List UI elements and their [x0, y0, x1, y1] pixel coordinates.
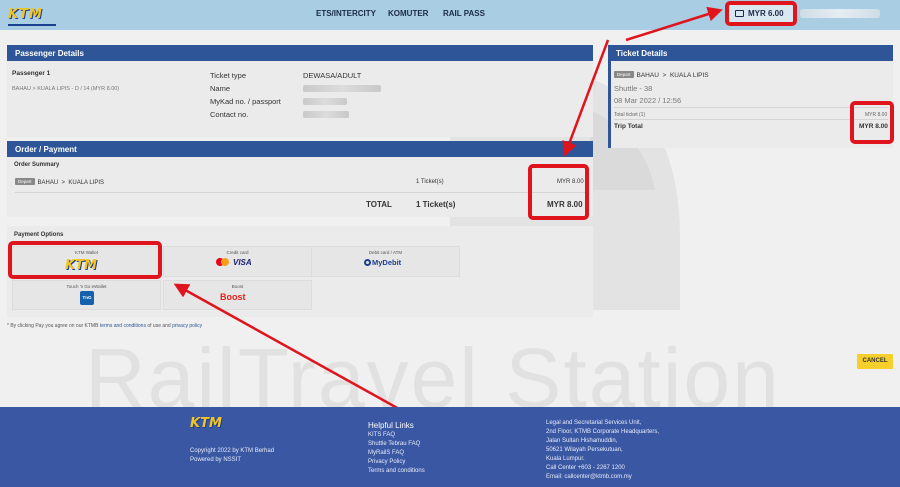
footer-logo: KTM: [190, 416, 222, 431]
footer-link-privacy[interactable]: Privacy Policy: [368, 458, 425, 467]
footer-copyright: Copyright 2022 by KTM Berhad: [190, 448, 275, 454]
footer-copyright-block: Copyright 2022 by KTM Berhad Powered by …: [190, 447, 274, 465]
email-link[interactable]: Email: callcenter@ktmb.com.my: [546, 473, 659, 482]
footer-logo-text: KTM: [190, 416, 222, 431]
address-line: Legal and Secretarial Services Unit,: [546, 420, 642, 426]
footer-helpful-links: Helpful Links KITS FAQ Shuttle Tebrau FA…: [368, 421, 425, 476]
footer-link-myrails-faq[interactable]: MyRailS FAQ: [368, 449, 425, 458]
footer: KTM Copyright 2022 by KTM Berhad Powered…: [0, 407, 900, 487]
footer-address: Legal and Secretarial Services Unit, 2nd…: [546, 419, 659, 482]
call-center[interactable]: Call Center +603 - 2267 1200: [546, 464, 659, 473]
footer-link-kits-faq[interactable]: KITS FAQ: [368, 431, 425, 440]
arrow-to-wallet: [625, 6, 723, 42]
arrow-to-order-total: [562, 39, 610, 157]
address-line: 50621 Wilayah Persekutuan,: [546, 447, 623, 453]
footer-powered: Powered by NSSIT: [190, 457, 242, 463]
footer-link-terms[interactable]: Terms and conditions: [368, 467, 425, 476]
address-line: 2nd Floor, KTMB Corporate Headquarters,: [546, 429, 660, 435]
helpful-links-title: Helpful Links: [368, 421, 414, 430]
address-line: Jalan Sultan Hishamuddin,: [546, 438, 618, 444]
address-line: Kuala Lumpur.: [546, 456, 585, 462]
footer-link-shuttle-faq[interactable]: Shuttle Tebrau FAQ: [368, 440, 425, 449]
